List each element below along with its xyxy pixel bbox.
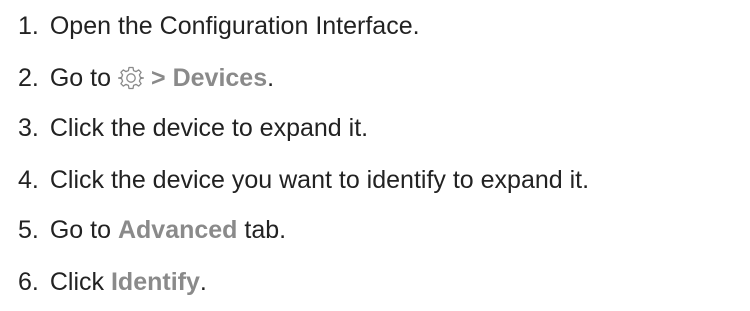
ui-reference-devices: Devices [172,64,268,92]
menu-separator: > [151,64,166,92]
step-text: Click the device to expand it. [49,114,369,142]
step-number: 6. [18,268,39,296]
step-1: 1. Open the Configuration Interface. [18,6,420,46]
gear-icon [118,65,145,91]
step-number: 2. [18,64,39,92]
step-3: 3. Click the device to expand it. [18,108,368,148]
step-number: 4. [18,166,39,194]
step-text: Go to [49,64,112,92]
step-text: Go to [49,216,112,244]
ui-reference-advanced: Advanced [117,216,238,244]
step-2: 2. Go to > Devices . [18,58,274,98]
step-text: Click the device you want to identify to… [49,166,590,194]
step-number: 5. [18,216,39,244]
step-text-end: . [199,268,207,296]
ui-reference-identify: Identify [110,268,200,296]
step-4: 4. Click the device you want to identify… [18,160,589,200]
step-6: 6. Click Identify . [18,262,207,302]
step-number: 3. [18,114,39,142]
step-text: Click [49,268,105,296]
instruction-steps: 1. Open the Configuration Interface. 2. … [0,0,750,311]
step-5: 5. Go to Advanced tab. [18,210,286,250]
step-text-end: tab. [244,216,287,244]
step-text: Open the Configuration Interface. [49,12,420,40]
step-text-end: . [267,64,275,92]
step-number: 1. [18,12,39,40]
